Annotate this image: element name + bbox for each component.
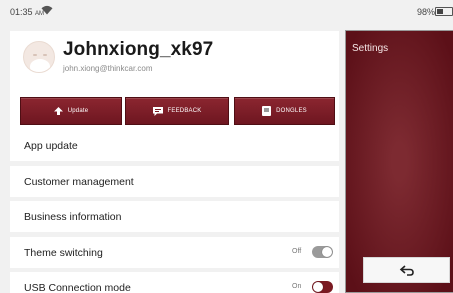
feedback-icon bbox=[152, 106, 163, 116]
menu-item-business-information[interactable]: Business information bbox=[10, 201, 339, 232]
menu-item-app-update[interactable]: App update bbox=[10, 130, 339, 161]
status-bar: 01:35 AM 98% bbox=[0, 0, 453, 24]
menu-item-label: Theme switching bbox=[24, 246, 103, 259]
username: Johnxiong_xk97 bbox=[63, 39, 214, 60]
menu-item-label: USB Connection mode bbox=[24, 281, 131, 293]
menu-item-customer-management[interactable]: Customer management bbox=[10, 166, 339, 197]
theme-toggle[interactable] bbox=[312, 246, 333, 258]
dongles-button[interactable]: DONGLES bbox=[234, 97, 335, 125]
usb-mode-state: On bbox=[292, 283, 302, 290]
feedback-button-label: FEEDBACK bbox=[167, 108, 202, 114]
clock: 01:35 AM bbox=[10, 7, 44, 17]
user-email: john.xiong@thinkcar.com bbox=[63, 64, 153, 73]
dongle-icon bbox=[262, 106, 272, 116]
back-arrow-icon bbox=[399, 264, 414, 276]
dongles-button-label: DONGLES bbox=[276, 108, 307, 114]
back-button[interactable] bbox=[363, 257, 450, 283]
settings-title: Settings bbox=[352, 43, 389, 54]
update-button-label: Update bbox=[67, 108, 89, 114]
upload-icon bbox=[53, 107, 63, 115]
menu-item-theme-switching[interactable]: Theme switching Off bbox=[10, 237, 339, 268]
menu-item-label: Customer management bbox=[24, 175, 134, 188]
wifi-icon bbox=[41, 5, 53, 15]
theme-switch-state: Off bbox=[292, 248, 302, 255]
usb-mode-toggle[interactable] bbox=[312, 281, 333, 293]
battery-icon bbox=[435, 7, 453, 16]
clock-time: 01:35 bbox=[10, 7, 33, 17]
settings-panel: Settings bbox=[345, 30, 453, 293]
update-button[interactable]: Update bbox=[20, 97, 122, 125]
left-pane: Johnxiong_xk97 john.xiong@thinkcar.com U… bbox=[0, 24, 342, 293]
feedback-button[interactable]: FEEDBACK bbox=[125, 97, 229, 125]
avatar[interactable] bbox=[23, 41, 55, 73]
menu-item-label: Business information bbox=[24, 210, 122, 223]
menu-item-usb-connection-mode[interactable]: USB Connection mode On bbox=[10, 272, 339, 293]
battery-percentage: 98% bbox=[417, 7, 436, 17]
menu-item-label: App update bbox=[24, 139, 78, 152]
